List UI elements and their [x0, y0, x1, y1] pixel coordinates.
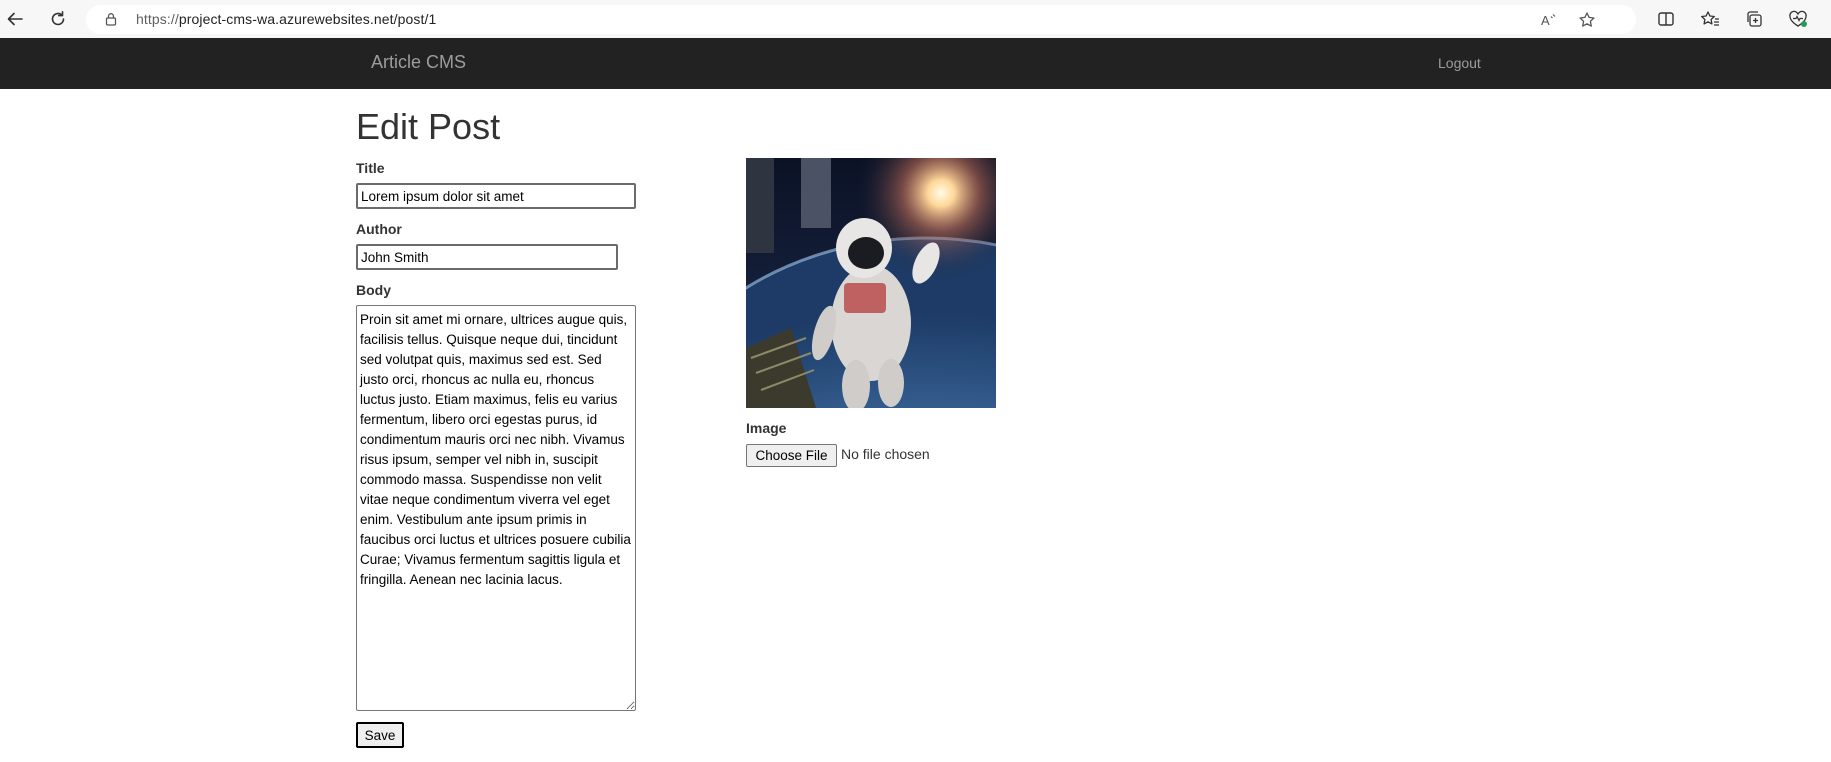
brand-link[interactable]: Article CMS — [371, 52, 466, 73]
title-label: Title — [356, 160, 385, 176]
url-host-path: project-cms-wa.azurewebsites.net/post/1 — [178, 11, 437, 27]
back-arrow-icon[interactable] — [0, 4, 30, 34]
browser-toolbar: https://project-cms-wa.azurewebsites.net… — [0, 0, 1831, 38]
browser-essentials-icon[interactable] — [1787, 8, 1809, 30]
favorites-icon[interactable] — [1699, 8, 1721, 30]
post-image — [746, 158, 996, 408]
save-button[interactable]: Save — [356, 722, 404, 748]
url-scheme: https:// — [136, 11, 179, 27]
page-title: Edit Post — [356, 106, 501, 147]
url-text[interactable]: https://project-cms-wa.azurewebsites.net… — [136, 11, 436, 27]
choose-file-button[interactable]: Choose File — [746, 444, 837, 467]
address-bar[interactable]: https://project-cms-wa.azurewebsites.net… — [86, 5, 1636, 34]
logout-link[interactable]: Logout — [1438, 55, 1481, 71]
title-input[interactable] — [356, 183, 636, 209]
author-input[interactable] — [356, 244, 618, 270]
body-label: Body — [356, 282, 391, 298]
author-label: Author — [356, 221, 402, 237]
file-status-text: No file chosen — [841, 446, 930, 462]
read-aloud-icon[interactable]: A — [1540, 11, 1558, 29]
lock-icon[interactable] — [104, 12, 118, 26]
image-label: Image — [746, 420, 787, 436]
site-navbar: Article CMS Logout — [0, 38, 1831, 89]
refresh-icon[interactable] — [43, 4, 73, 34]
split-screen-icon[interactable] — [1655, 8, 1677, 30]
star-icon[interactable] — [1578, 11, 1596, 29]
collections-icon[interactable] — [1743, 8, 1765, 30]
svg-text:A: A — [1541, 13, 1550, 28]
body-textarea[interactable]: Proin sit amet mi ornare, ultrices augue… — [356, 305, 636, 711]
